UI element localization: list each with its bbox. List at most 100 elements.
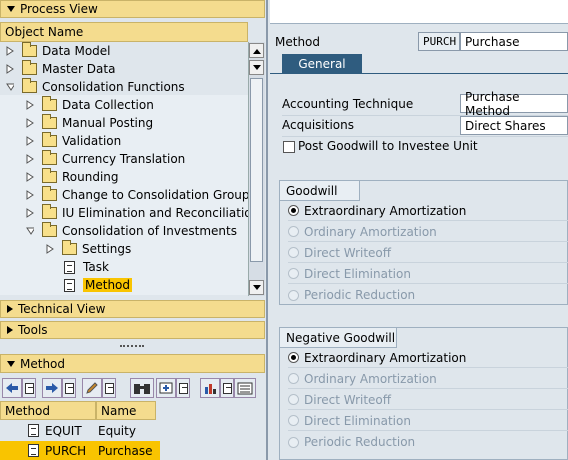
tree-item-master-data[interactable]: Master Data (6, 60, 115, 78)
expand-icon[interactable] (46, 244, 54, 254)
post-goodwill-label: Post Goodwill to Investee Unit (298, 139, 478, 153)
scroll-down-button[interactable] (249, 60, 264, 75)
tree-item-task[interactable]: Task (64, 258, 109, 276)
insert-button[interactable] (156, 378, 176, 398)
tree-item-data-collection[interactable]: Data Collection (26, 96, 154, 114)
method-panel-label: Method (20, 356, 66, 371)
folder-icon (22, 42, 37, 57)
accounting-technique-field[interactable]: Purchase Method (460, 90, 568, 118)
radio-button[interactable] (288, 394, 299, 405)
expand-icon[interactable] (26, 118, 34, 128)
tree-item-method[interactable]: Method (64, 276, 133, 294)
expand-icon[interactable] (26, 154, 34, 164)
method-code-field[interactable]: PURCH (418, 32, 460, 51)
post-goodwill-checkbox[interactable] (283, 141, 295, 153)
radio-button[interactable] (288, 289, 299, 301)
radio-neg-ordinary[interactable]: Ordinary Amortization (288, 369, 568, 389)
process-view-header[interactable]: Process View (0, 0, 265, 18)
collapse-icon[interactable] (6, 82, 14, 92)
radio-button[interactable] (288, 436, 299, 448)
tree-item-consolidation-functions[interactable]: Consolidation Functions (6, 78, 185, 96)
expand-icon[interactable] (26, 100, 34, 110)
expand-icon[interactable] (26, 136, 34, 146)
table-row[interactable]: EQUIT Equity (0, 421, 160, 440)
arrow-left-icon (6, 383, 18, 393)
technical-view-header[interactable]: Technical View (0, 300, 265, 318)
tree-item-data-model[interactable]: Data Model (6, 42, 111, 60)
find-button[interactable] (130, 378, 154, 398)
radio-label: Ordinary Amortization (304, 224, 437, 239)
tree-item-validation[interactable]: Validation (26, 132, 121, 150)
expand-icon[interactable] (6, 64, 14, 74)
radio-goodwill-writeoff[interactable]: Direct Writeoff (288, 243, 568, 263)
tree-item-rounding[interactable]: Rounding (26, 168, 119, 186)
collapse-icon[interactable] (26, 226, 34, 236)
radio-button[interactable] (288, 205, 299, 216)
folder-icon (42, 204, 57, 219)
radio-button[interactable] (288, 352, 299, 363)
radio-goodwill-extraordinary[interactable]: Extraordinary Amortization (288, 201, 568, 221)
table-row-selected[interactable]: PURCH Purchase (0, 441, 160, 460)
edit-doc-button[interactable] (102, 378, 116, 398)
expand-icon[interactable] (26, 208, 34, 218)
row-method-name: Purchase (98, 443, 153, 458)
tree-item-label: Validation (62, 134, 122, 148)
layout-button[interactable] (234, 378, 256, 398)
expand-icon[interactable] (26, 172, 34, 182)
tab-general[interactable]: General (282, 54, 362, 74)
splitter-grip[interactable] (120, 345, 144, 349)
insert-doc-button[interactable] (176, 378, 190, 398)
folder-icon (42, 222, 57, 237)
radio-goodwill-periodic[interactable]: Periodic Reduction (288, 285, 568, 305)
expand-icon[interactable] (6, 46, 14, 56)
accounting-technique-label: Accounting Technique (282, 97, 414, 111)
arrow-left-button[interactable] (2, 378, 22, 398)
tree-item-label: Data Collection (62, 98, 154, 112)
tree-item-settings[interactable]: Settings (46, 240, 131, 258)
radio-label: Direct Writeoff (304, 245, 392, 260)
radio-goodwill-ordinary[interactable]: Ordinary Amortization (288, 222, 568, 242)
chart-doc-button[interactable] (220, 378, 234, 398)
acquisitions-field[interactable]: Direct Shares (460, 116, 568, 135)
method-table-header-name[interactable]: Name (96, 401, 156, 420)
expand-icon[interactable] (26, 190, 34, 200)
tree-column-header: Object Name (0, 22, 248, 42)
negative-goodwill-group-title: Negative Goodwill (280, 328, 397, 348)
method-table-header-method[interactable]: Method (0, 401, 96, 420)
tree-item-label: IU Elimination and Reconciliation (62, 206, 260, 220)
chart-button[interactable] (200, 378, 220, 398)
method-panel-header[interactable]: Method (0, 354, 265, 373)
radio-neg-extraordinary[interactable]: Extraordinary Amortization (288, 348, 568, 368)
doc-left-button[interactable] (22, 378, 36, 398)
radio-button[interactable] (288, 415, 299, 426)
tree-item-label: Task (83, 260, 109, 274)
radio-neg-periodic[interactable]: Periodic Reduction (288, 432, 568, 452)
scroll-down-button-bottom[interactable] (249, 280, 264, 295)
radio-button[interactable] (288, 247, 299, 258)
radio-button[interactable] (288, 226, 299, 237)
tree-item-manual-posting[interactable]: Manual Posting (26, 114, 153, 132)
chevron-right-icon (7, 326, 13, 334)
document-icon (64, 382, 74, 394)
chevron-down-icon (7, 360, 15, 367)
arrow-right-button[interactable] (42, 378, 62, 398)
tools-header[interactable]: Tools (0, 321, 265, 339)
scroll-thumb[interactable] (250, 78, 263, 262)
pencil-icon (86, 382, 98, 394)
radio-button[interactable] (288, 268, 299, 279)
radio-goodwill-elimination[interactable]: Direct Elimination (288, 264, 568, 284)
scroll-up-button[interactable] (249, 43, 264, 58)
folder-icon (42, 186, 57, 201)
radio-neg-elimination[interactable]: Direct Elimination (288, 411, 568, 431)
tree-item-iu-elimination[interactable]: IU Elimination and Reconciliation (26, 204, 259, 222)
radio-button[interactable] (288, 373, 299, 384)
edit-button[interactable] (82, 378, 102, 398)
document-icon (64, 260, 75, 274)
tree-item-change-to-consolidation-group[interactable]: Change to Consolidation Group (26, 186, 250, 204)
radio-label: Direct Writeoff (304, 392, 392, 407)
doc-right-button[interactable] (62, 378, 76, 398)
tab-general-label: General (298, 57, 346, 71)
radio-neg-writeoff[interactable]: Direct Writeoff (288, 390, 568, 410)
tree-item-currency-translation[interactable]: Currency Translation (26, 150, 185, 168)
tree-item-consolidation-of-investments[interactable]: Consolidation of Investments (26, 222, 237, 240)
